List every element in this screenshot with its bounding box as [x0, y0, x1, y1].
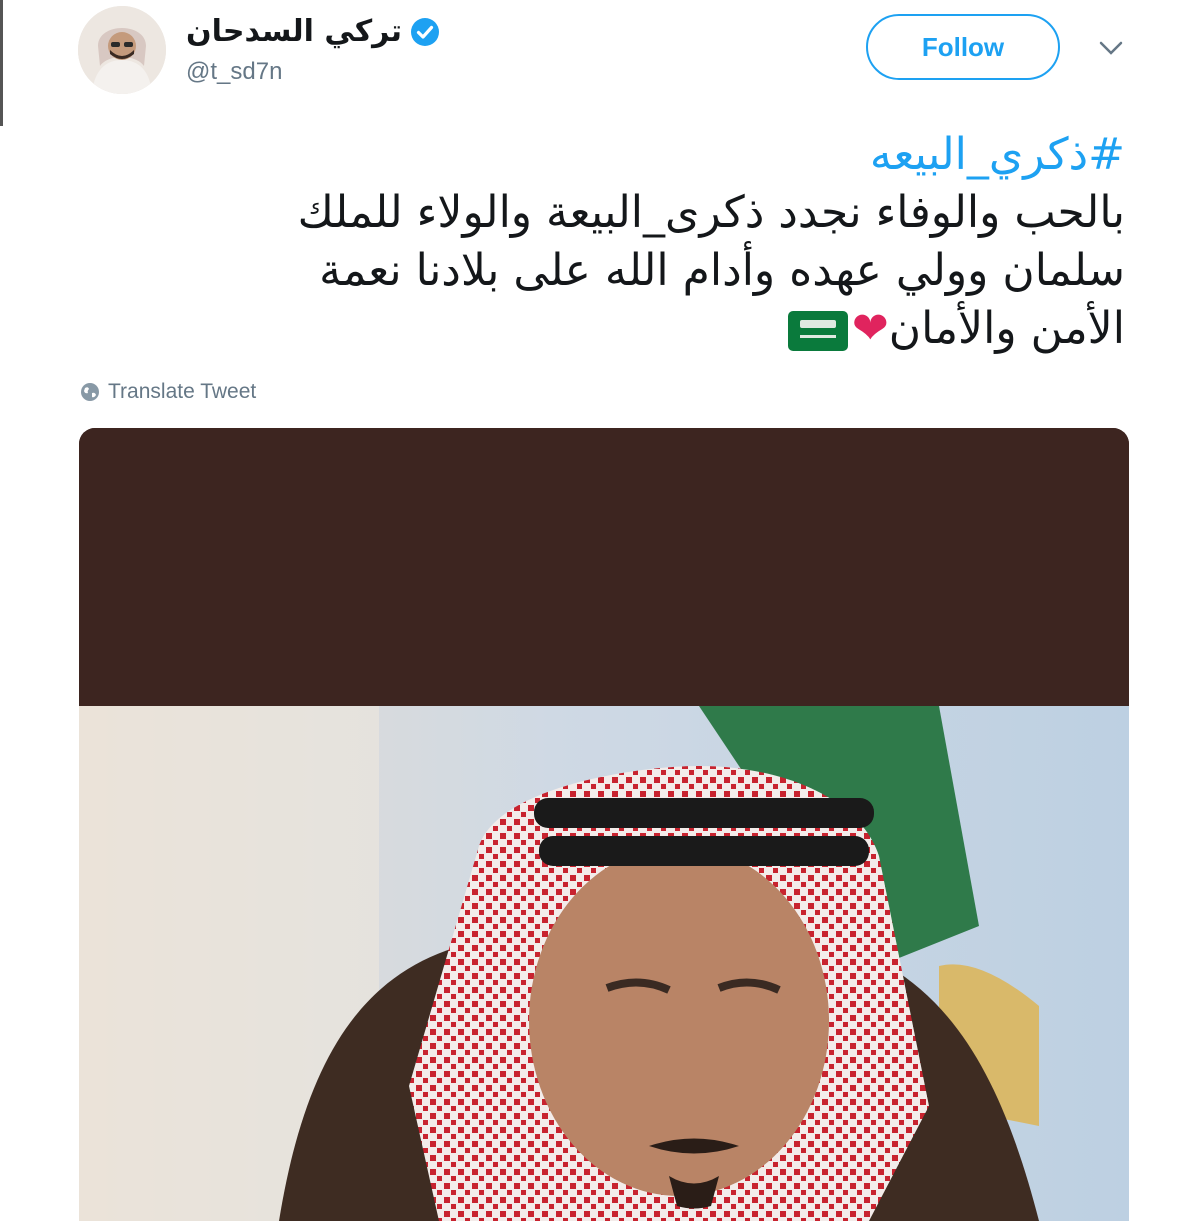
tweet-line-3: الأمن والأمان: [888, 303, 1125, 354]
translate-label: Translate Tweet: [108, 380, 257, 403]
saudi-flag-icon: [787, 311, 848, 351]
chevron-down-icon[interactable]: [1098, 38, 1124, 58]
verified-badge-icon: [411, 18, 440, 46]
author-display-name[interactable]: تركي السدحان: [186, 10, 402, 54]
avatar-photo-icon: [78, 6, 166, 94]
tweet-media[interactable]: [79, 428, 1129, 1221]
globe-icon: [81, 383, 99, 401]
tweet-header: تركي السدحان @t_sd7n Follow: [78, 4, 1138, 96]
author-avatar[interactable]: [78, 6, 166, 94]
media-dark-band: [79, 428, 1129, 706]
window-edge: [0, 0, 3, 126]
heart-icon: ❤: [851, 303, 889, 354]
translate-tweet-link[interactable]: Translate Tweet: [80, 380, 256, 404]
tweet-line-2: سلمان وولي عهده وأدام الله على بلادنا نع…: [319, 245, 1125, 296]
tweet-line-3-row: الأمن والأمان❤: [150, 300, 1125, 358]
portrait-photo-icon: [79, 706, 1129, 1221]
tweet-text: #ذكري_البيعه بالحب والوفاء نجدد ذكرى_الب…: [150, 126, 1125, 358]
tweet-line-1: بالحب والوفاء نجدد ذكرى_البيعة والولاء ل…: [297, 187, 1125, 238]
follow-button[interactable]: Follow: [866, 14, 1060, 80]
author-handle[interactable]: @t_sd7n: [186, 58, 440, 86]
author-block: تركي السدحان @t_sd7n: [186, 10, 440, 86]
hashtag-link[interactable]: #ذكري_البيعه: [150, 126, 1125, 184]
